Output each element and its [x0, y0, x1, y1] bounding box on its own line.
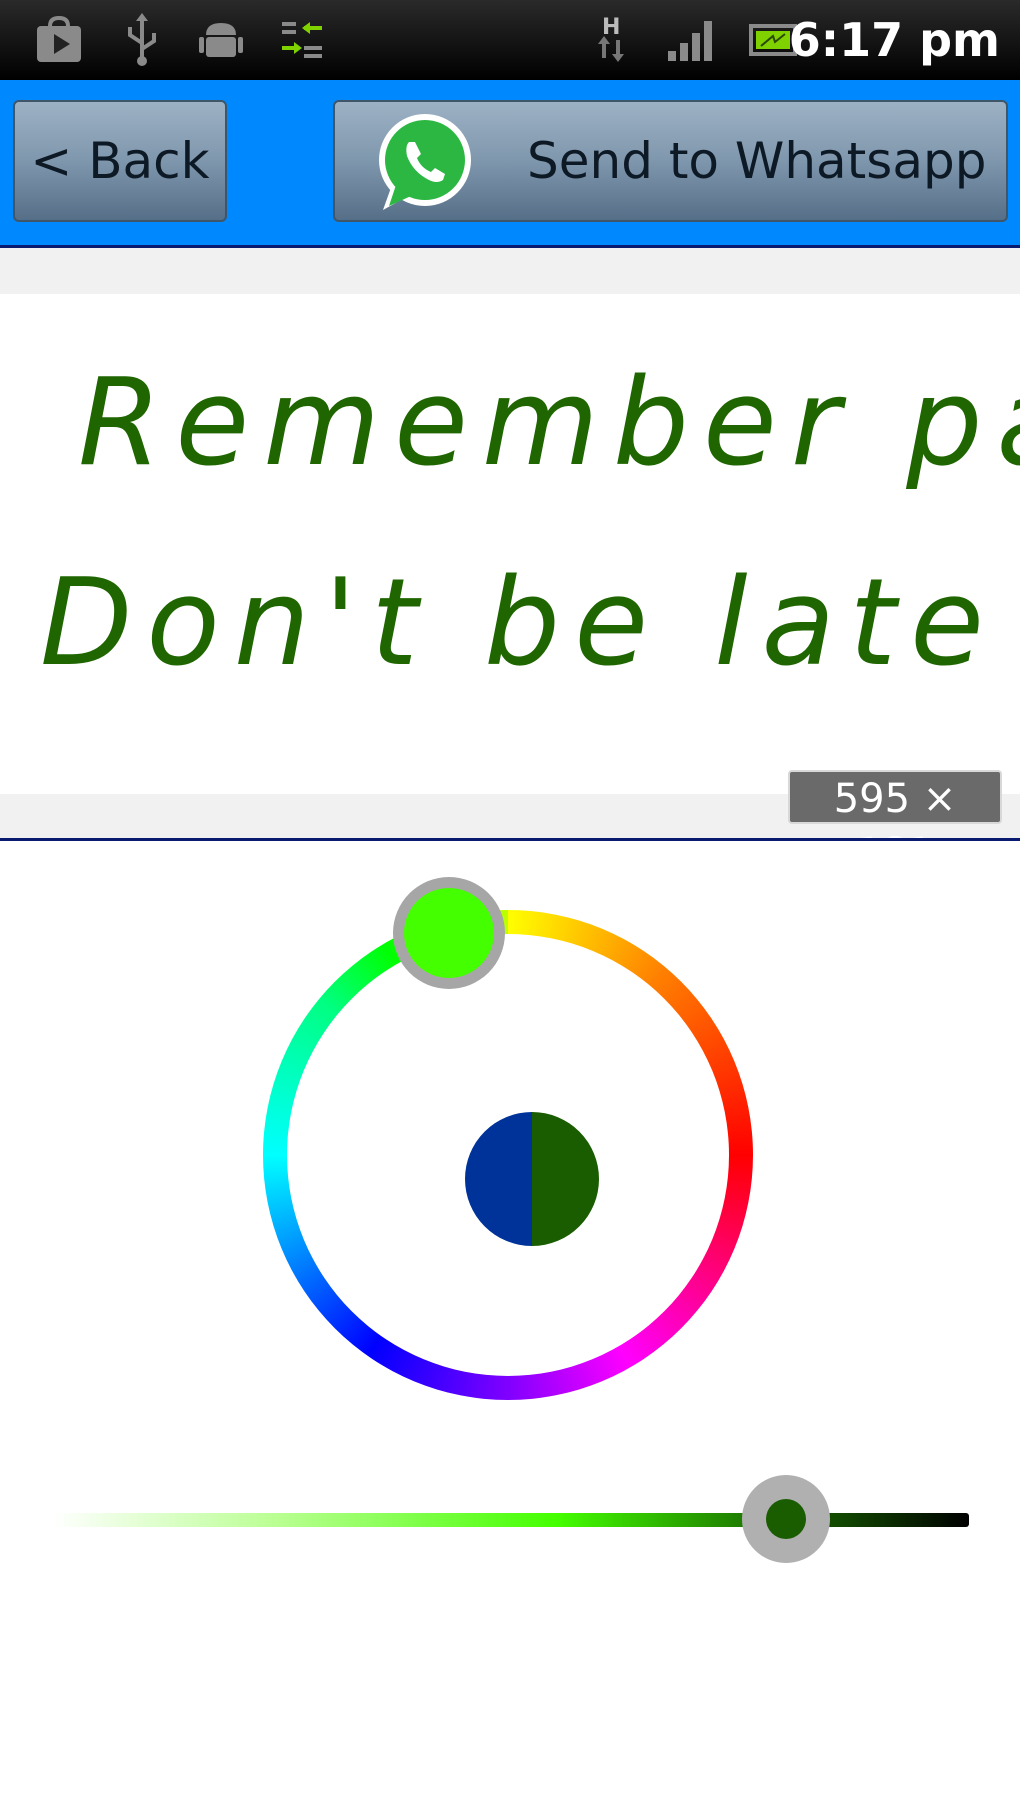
handwriting-preview: Remember pa Don't be late: [0, 294, 1020, 794]
shade-slider-track[interactable]: [52, 1513, 969, 1527]
back-button[interactable]: < Back: [13, 100, 227, 222]
send-to-whatsapp-button[interactable]: Send to Whatsapp: [333, 100, 1008, 222]
hue-thumb-fill: [404, 888, 494, 978]
action-bar: < Back Send to Whatsapp: [0, 80, 1020, 248]
play-store-icon: [32, 12, 86, 68]
note-line-2: Don't be late: [40, 554, 998, 693]
clock: 6:17 pm: [788, 13, 1000, 67]
image-dimensions-badge: 595 × 181: [788, 770, 1002, 876]
color-preview-dot[interactable]: [465, 1112, 599, 1246]
android-icon: [196, 12, 246, 68]
note-line-1: Remember pa: [78, 354, 1020, 493]
divider: [0, 838, 1020, 841]
svg-text:H: H: [602, 15, 620, 40]
wheel-center-area: [287, 934, 729, 1376]
shade-thumb-fill: [765, 1499, 806, 1539]
color-wheel[interactable]: [263, 910, 753, 1400]
old-color-swatch: [465, 1112, 532, 1246]
sync-icon: [278, 12, 326, 68]
send-button-label: Send to Whatsapp: [527, 132, 987, 190]
preview-top-margin: [0, 248, 1020, 294]
signal-icon: [664, 12, 716, 68]
hue-thumb[interactable]: [393, 877, 505, 989]
shade-slider-thumb[interactable]: [741, 1475, 830, 1563]
h-network-icon: H: [590, 12, 634, 68]
new-color-swatch: [532, 1112, 599, 1246]
status-bar: H 6:17 pm: [0, 0, 1020, 80]
whatsapp-icon: [371, 110, 475, 216]
usb-icon: [118, 12, 166, 68]
